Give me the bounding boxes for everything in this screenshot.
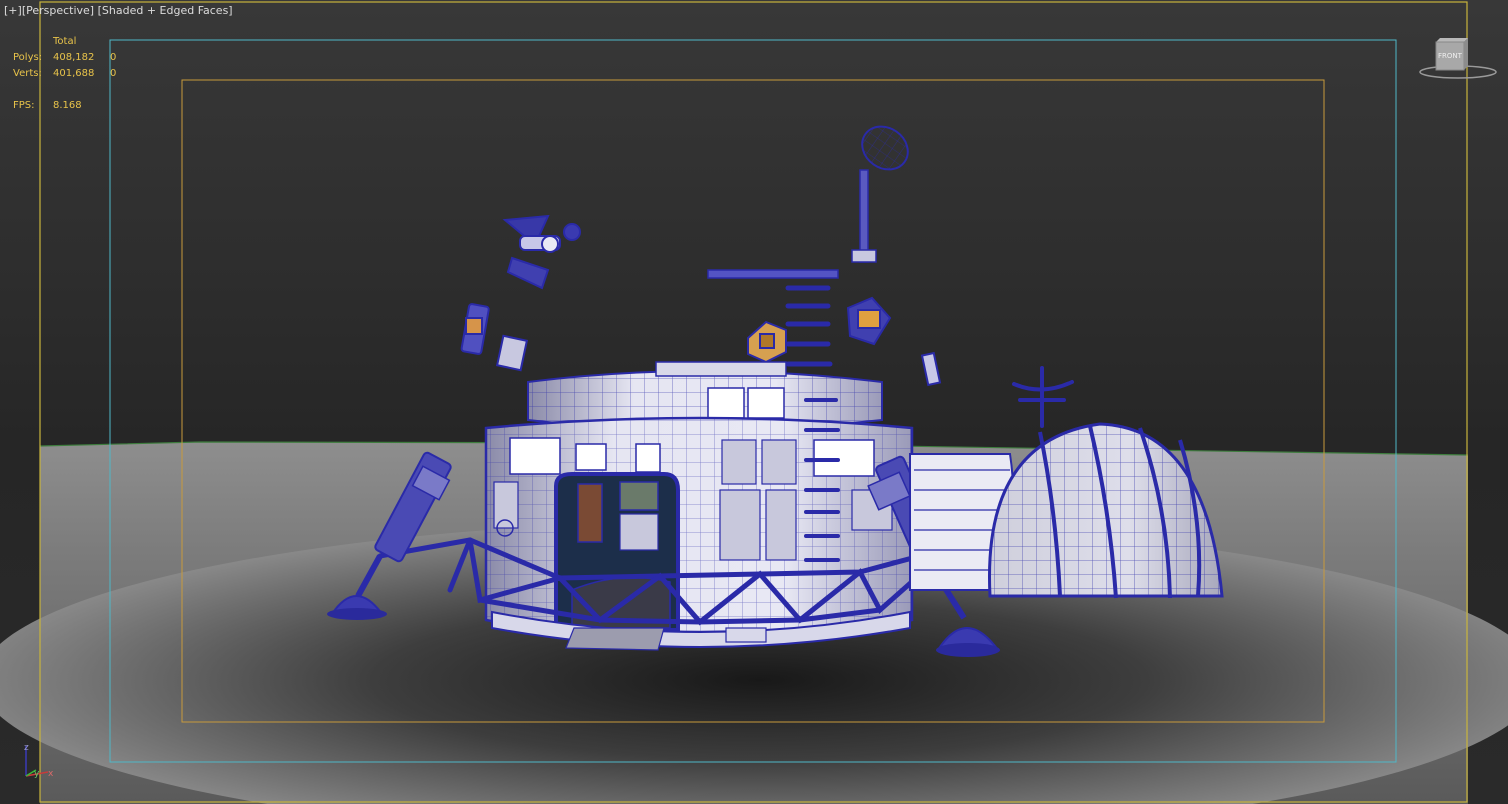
viewport-view-menu[interactable]: [Perspective] xyxy=(22,4,94,17)
floating-rungs xyxy=(785,285,833,367)
viewport-label[interactable]: [+][Perspective] [Shaded + Edged Faces] xyxy=(4,4,233,17)
stats-polys-row: Polys: 408,182 0 xyxy=(13,50,116,66)
stats-header: Total xyxy=(53,36,77,47)
polys-selected: 0 xyxy=(110,52,117,63)
viewport-menu-button[interactable]: [+] xyxy=(4,4,22,17)
verts-selected: 0 xyxy=(110,68,117,79)
dome-mast xyxy=(1012,366,1074,428)
viewcube-icon[interactable]: FRONT xyxy=(1418,36,1498,84)
boom-beam xyxy=(707,269,839,279)
polys-total: 408,182 xyxy=(53,52,95,63)
viewcube-front-label: FRONT xyxy=(1438,52,1463,60)
stats-fps-row: FPS: 8.168 xyxy=(13,98,116,114)
axis-z-label: z xyxy=(24,743,29,753)
verts-total: 401,688 xyxy=(53,68,95,79)
statistics-overlay: Total Polys: 408,182 0 Verts: 401,688 0 … xyxy=(13,34,116,114)
fps-value: 8.168 xyxy=(53,100,82,111)
polys-label: Polys: xyxy=(13,52,43,63)
stats-verts-row: Verts: 401,688 0 xyxy=(13,66,116,82)
axis-y-label: y xyxy=(34,769,40,779)
verts-label: Verts: xyxy=(13,68,42,79)
perspective-viewport[interactable]: [+][Perspective] [Shaded + Edged Faces] … xyxy=(0,0,1508,804)
scene-canvas[interactable] xyxy=(0,0,1508,804)
viewport-shading-menu[interactable]: [Shaded + Edged Faces] xyxy=(98,4,233,17)
axis-tripod-icon: z y x xyxy=(24,743,54,779)
fps-label: FPS: xyxy=(13,100,35,111)
antenna-dish xyxy=(851,125,909,263)
axis-x-label: x xyxy=(48,769,54,779)
